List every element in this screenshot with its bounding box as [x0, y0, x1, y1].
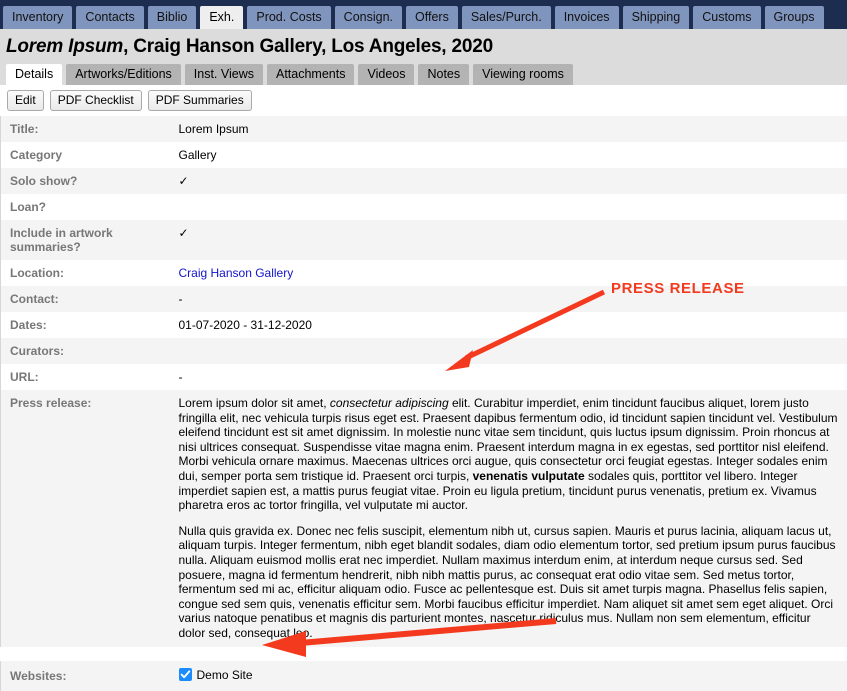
page-title-venue: , Craig Hanson Gallery, Los Angeles, 202…	[123, 36, 493, 57]
field-label-contact: Contact:	[1, 286, 171, 312]
nav-tab-sales-purch[interactable]: Sales/Purch.	[462, 6, 551, 29]
action-toolbar: Edit PDF Checklist PDF Summaries	[0, 85, 847, 116]
table-row-press-release: Press release: Lorem ipsum dolor sit ame…	[1, 390, 847, 647]
main-navigation-bar: Inventory Contacts Biblio Exh. Prod. Cos…	[0, 0, 847, 29]
pr-p1-bold: venenatis vulputate	[473, 469, 585, 483]
nav-tab-prod-costs[interactable]: Prod. Costs	[247, 6, 330, 29]
field-label-press-release: Press release:	[1, 390, 171, 647]
field-value-contact: -	[171, 286, 847, 312]
field-label-loan: Loan?	[1, 194, 171, 220]
field-value-include-in-artwork-summaries: ✓	[171, 220, 847, 260]
edit-button[interactable]: Edit	[7, 90, 44, 111]
field-value-dates: 01-07-2020 - 31-12-2020	[171, 312, 847, 338]
nav-tab-exh[interactable]: Exh.	[200, 6, 243, 29]
pdf-checklist-button[interactable]: PDF Checklist	[50, 90, 142, 111]
field-value-websites: Demo Site	[171, 661, 847, 691]
pdf-summaries-button[interactable]: PDF Summaries	[148, 90, 252, 111]
field-value-loan	[171, 194, 847, 220]
pr-p1-italic: consectetur adipiscing	[330, 396, 449, 410]
nav-tab-groups[interactable]: Groups	[765, 6, 824, 29]
field-label-solo-show: Solo show?	[1, 168, 171, 194]
nav-tab-invoices[interactable]: Invoices	[555, 6, 619, 29]
table-row: Include in artwork summaries? ✓	[1, 220, 847, 260]
field-value-category: Gallery	[171, 142, 847, 168]
page-title-bar: Lorem Ipsum, Craig Hanson Gallery, Los A…	[0, 29, 847, 63]
field-value-title: Lorem Ipsum	[171, 116, 847, 142]
tab-viewing-rooms[interactable]: Viewing rooms	[473, 64, 573, 85]
location-link[interactable]: Craig Hanson Gallery	[179, 266, 294, 280]
table-row: Solo show? ✓	[1, 168, 847, 194]
table-spacer-row	[1, 647, 847, 661]
table-row: Curators:	[1, 338, 847, 364]
nav-tab-consign[interactable]: Consign.	[335, 6, 402, 29]
field-value-press-release: Lorem ipsum dolor sit amet, consectetur …	[171, 390, 847, 647]
field-label-websites: Websites:	[1, 661, 171, 691]
table-row-websites: Websites: Demo Site	[1, 661, 847, 691]
field-label-title: Title:	[1, 116, 171, 142]
table-row: Dates: 01-07-2020 - 31-12-2020	[1, 312, 847, 338]
press-release-paragraph-2: Nulla quis gravida ex. Donec nec felis s…	[179, 524, 840, 641]
nav-tab-biblio[interactable]: Biblio	[148, 6, 197, 29]
table-spacer-cell	[1, 647, 847, 661]
tab-attachments[interactable]: Attachments	[267, 64, 354, 85]
checkbox-checked-icon[interactable]	[179, 668, 192, 681]
pr-p1-part1: Lorem ipsum dolor sit amet,	[179, 396, 330, 410]
field-label-location: Location:	[1, 260, 171, 286]
field-value-curators	[171, 338, 847, 364]
table-row: Location: Craig Hanson Gallery	[1, 260, 847, 286]
tab-inst-views[interactable]: Inst. Views	[185, 64, 263, 85]
exhibition-details-table: Title: Lorem Ipsum Category Gallery Solo…	[0, 116, 847, 691]
field-value-solo-show: ✓	[171, 168, 847, 194]
nav-tab-inventory[interactable]: Inventory	[3, 6, 72, 29]
nav-tab-customs[interactable]: Customs	[693, 6, 760, 29]
table-row: Contact: -	[1, 286, 847, 312]
field-label-include-in-artwork-summaries: Include in artwork summaries?	[1, 220, 171, 260]
field-label-curators: Curators:	[1, 338, 171, 364]
field-value-url: -	[171, 364, 847, 390]
record-tab-bar: Details Artworks/Editions Inst. Views At…	[0, 63, 847, 85]
field-label-url: URL:	[1, 364, 171, 390]
page-title: Lorem Ipsum, Craig Hanson Gallery, Los A…	[6, 36, 847, 58]
tab-notes[interactable]: Notes	[418, 64, 469, 85]
table-row: URL: -	[1, 364, 847, 390]
table-row: Loan?	[1, 194, 847, 220]
nav-tab-shipping[interactable]: Shipping	[623, 6, 690, 29]
table-row: Title: Lorem Ipsum	[1, 116, 847, 142]
nav-tab-offers[interactable]: Offers	[406, 6, 458, 29]
field-value-location: Craig Hanson Gallery	[171, 260, 847, 286]
field-label-category: Category	[1, 142, 171, 168]
tab-videos[interactable]: Videos	[358, 64, 414, 85]
nav-tab-contacts[interactable]: Contacts	[76, 6, 143, 29]
website-checkbox-group[interactable]: Demo Site	[179, 668, 253, 682]
press-release-paragraph-1: Lorem ipsum dolor sit amet, consectetur …	[179, 396, 840, 513]
field-label-dates: Dates:	[1, 312, 171, 338]
page-title-exhibition-name: Lorem Ipsum	[6, 36, 123, 57]
website-checkbox-label: Demo Site	[197, 668, 253, 682]
tab-details[interactable]: Details	[6, 64, 62, 85]
tab-artworks-editions[interactable]: Artworks/Editions	[66, 64, 181, 85]
table-row: Category Gallery	[1, 142, 847, 168]
